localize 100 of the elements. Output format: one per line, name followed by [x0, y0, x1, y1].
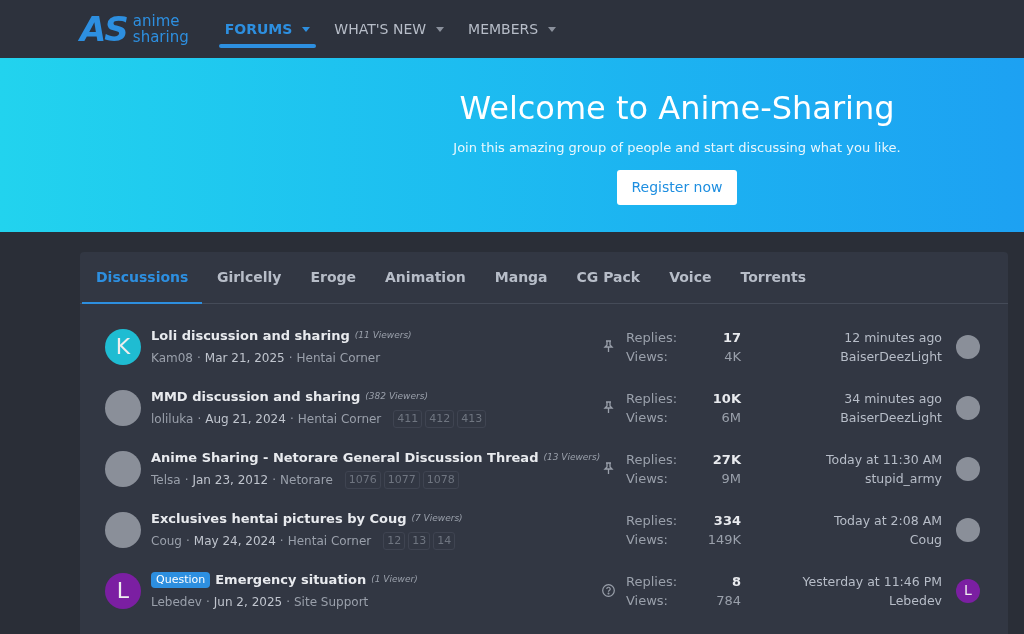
thread-date: Jun 2, 2025 — [213, 593, 283, 611]
banner-subtitle: Join this amazing group of people and start discussing what you like. — [453, 139, 901, 157]
last-poster-link[interactable]: stupid_army — [864, 468, 942, 488]
avatar-placeholder[interactable] — [105, 511, 141, 548]
separator-dot: · — [184, 471, 189, 489]
prefix-label[interactable]: Question — [151, 572, 211, 588]
logo-mark: AS — [80, 12, 127, 46]
forum-tab[interactable]: Eroge — [295, 252, 371, 303]
replies-count: 8 — [730, 572, 741, 591]
page-link[interactable]: 1077 — [383, 470, 420, 489]
forum-link[interactable]: Site Support — [294, 592, 369, 611]
forum-tab[interactable]: Manga — [480, 252, 563, 303]
views-label: Views: — [626, 347, 669, 366]
last-poster-link[interactable]: Coug — [909, 529, 942, 549]
views-label: Views: — [626, 408, 669, 427]
views-label: Views: — [626, 530, 669, 549]
author-link[interactable]: Lebedev — [151, 592, 202, 611]
last-poster-link[interactable]: BaiserDeezLight — [840, 346, 942, 366]
page-link[interactable]: 1076 — [344, 470, 381, 489]
page-link[interactable]: 412 — [425, 409, 455, 428]
viewers-count: (1 Viewer) — [371, 573, 418, 587]
views-count: 149K — [706, 530, 741, 549]
page-link[interactable]: 14 — [433, 531, 456, 550]
author-link[interactable]: Coug — [151, 531, 182, 550]
avatar[interactable]: L — [956, 578, 980, 603]
last-poster-link[interactable]: Lebedev — [888, 590, 942, 610]
forum-tab[interactable]: Discussions — [82, 252, 203, 304]
views-label: Views: — [626, 591, 669, 610]
last-post-time: Today at 2:08 AM — [833, 511, 942, 530]
separator-dot: · — [272, 471, 277, 489]
forum-link[interactable]: Hentai Corner — [297, 409, 382, 428]
separator-dot: · — [289, 410, 294, 428]
caret-icon — [302, 26, 311, 32]
last-post-time: Yesterday at 11:46 PM — [802, 572, 942, 591]
last-post-time: 34 minutes ago — [844, 389, 942, 408]
pin-icon — [602, 401, 614, 414]
forum-tab[interactable]: Voice — [654, 252, 726, 303]
forum-tab[interactable]: Girlcelly — [202, 252, 296, 303]
nav-tab[interactable]: FORUMS — [214, 0, 321, 58]
last-poster-link[interactable]: BaiserDeezLight — [840, 407, 942, 427]
caret-icon — [436, 26, 445, 32]
avatar-placeholder[interactable] — [105, 450, 141, 487]
thread-date: Mar 21, 2025 — [204, 349, 285, 367]
viewers-count: (382 Viewers) — [365, 390, 428, 404]
replies-count: 10K — [711, 389, 741, 408]
forum-link[interactable]: Hentai Corner — [287, 531, 372, 550]
views-count: 9M — [720, 469, 741, 488]
separator-dot: · — [288, 349, 293, 367]
thread-date: Aug 21, 2024 — [205, 410, 286, 428]
page-link[interactable]: 13 — [408, 531, 431, 550]
avatar-placeholder[interactable] — [105, 389, 141, 426]
author-link[interactable]: Telsa — [151, 470, 181, 489]
thread-date: May 24, 2024 — [193, 532, 276, 550]
forum-tab[interactable]: Torrents — [725, 252, 821, 303]
register-button[interactable]: Register now — [616, 169, 738, 205]
views-count: 784 — [715, 591, 741, 610]
avatar-placeholder[interactable] — [956, 395, 980, 420]
views-label: Views: — [626, 469, 669, 488]
thread-title-link[interactable]: Exclusives hentai pictures by Coug — [151, 509, 407, 529]
thread-title-link[interactable]: MMD discussion and sharing — [151, 387, 361, 407]
pin-icon — [602, 340, 614, 353]
replies-count: 27K — [711, 450, 741, 469]
avatar-placeholder[interactable] — [956, 334, 980, 359]
avatar-placeholder[interactable] — [956, 517, 980, 542]
thread-title-link[interactable]: Emergency situation — [215, 570, 367, 590]
nav-tab[interactable]: WHAT'S NEW — [324, 0, 455, 58]
separator-dot: · — [205, 593, 210, 611]
banner-title: Welcome to Anime-Sharing — [459, 88, 895, 129]
separator-dot: · — [286, 593, 290, 611]
thread-title-link[interactable]: Loli discussion and sharing — [151, 326, 350, 346]
separator-dot: · — [197, 410, 202, 428]
replies-count: 17 — [721, 328, 741, 347]
pin-icon — [602, 462, 614, 475]
forum-tab[interactable]: Animation — [370, 252, 481, 303]
author-link[interactable]: Kam08 — [151, 348, 193, 367]
viewers-count: (7 Viewers) — [411, 512, 463, 526]
avatar-placeholder[interactable] — [956, 456, 980, 481]
replies-label: Replies: — [626, 572, 678, 591]
separator-dot: · — [279, 532, 284, 550]
forum-tab[interactable]: CG Pack — [562, 252, 655, 303]
nav-tab[interactable]: MEMBERS — [458, 0, 567, 58]
page-link[interactable]: 12 — [383, 531, 406, 550]
thread-title-link[interactable]: Anime Sharing - Netorare General Discussion Thread — [151, 448, 539, 468]
forum-link[interactable]: Netorare — [280, 470, 333, 489]
page-link[interactable]: 411 — [393, 409, 423, 428]
replies-count: 334 — [712, 511, 741, 530]
separator-dot: · — [197, 349, 201, 367]
replies-label: Replies: — [626, 389, 678, 408]
separator-dot: · — [185, 532, 190, 550]
replies-label: Replies: — [626, 328, 678, 347]
author-link[interactable]: loliluka — [151, 409, 194, 428]
caret-icon — [548, 26, 557, 32]
forum-link[interactable]: Hentai Corner — [296, 348, 381, 367]
page-link[interactable]: 1078 — [422, 470, 459, 489]
avatar[interactable]: L — [105, 572, 141, 609]
page-link[interactable]: 413 — [457, 409, 487, 428]
logo-text: sharing — [132, 29, 189, 45]
thread-date: Jan 23, 2012 — [192, 471, 269, 489]
last-post-time: 12 minutes ago — [844, 328, 942, 347]
viewers-count: (11 Viewers) — [354, 329, 412, 343]
